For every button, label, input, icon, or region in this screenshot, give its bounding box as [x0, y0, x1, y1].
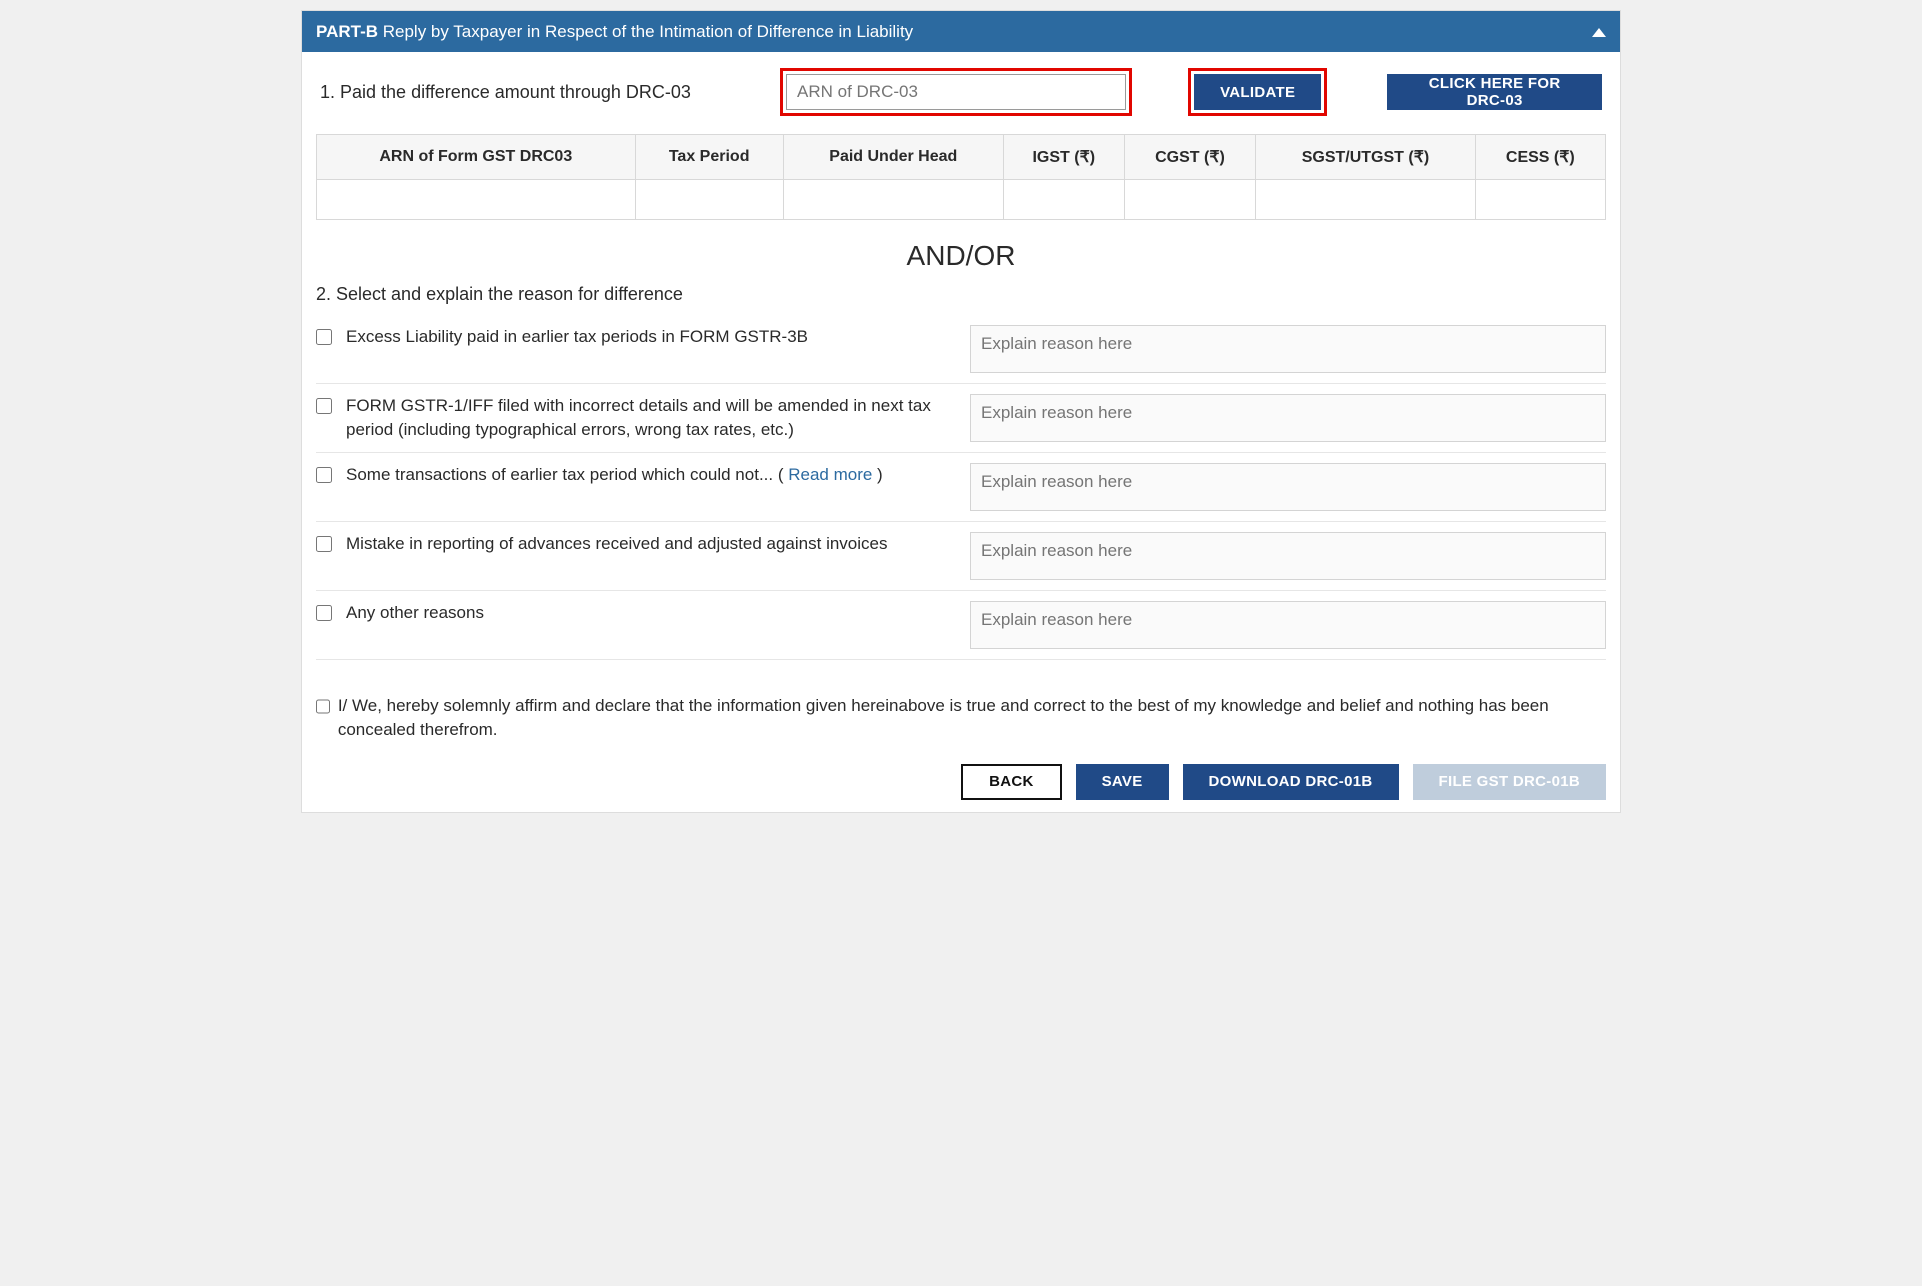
reason-explain-1[interactable] — [970, 325, 1606, 373]
col-sgst: SGST/UTGST (₹) — [1256, 135, 1475, 180]
save-button[interactable]: SAVE — [1076, 764, 1169, 800]
reason-label-3-post: ) — [872, 465, 882, 484]
table-row — [317, 180, 1606, 220]
panel-title: PART-B Reply by Taxpayer in Respect of t… — [316, 22, 913, 42]
panel-header[interactable]: PART-B Reply by Taxpayer in Respect of t… — [302, 11, 1620, 52]
col-tax-period: Tax Period — [635, 135, 783, 180]
reason-explain-2[interactable] — [970, 394, 1606, 442]
reason-explain-4[interactable] — [970, 532, 1606, 580]
col-igst: IGST (₹) — [1003, 135, 1124, 180]
footer-buttons: BACK SAVE DOWNLOAD DRC-01B FILE GST DRC-… — [316, 764, 1606, 800]
col-paid-under-head: Paid Under Head — [783, 135, 1003, 180]
reason-checkbox-1[interactable] — [316, 329, 332, 345]
arn-input-highlight — [780, 68, 1132, 116]
section1-row: 1. Paid the difference amount through DR… — [316, 68, 1606, 116]
col-arn: ARN of Form GST DRC03 — [317, 135, 636, 180]
reason-row-1: Excess Liability paid in earlier tax per… — [316, 315, 1606, 384]
file-button: FILE GST DRC-01B — [1413, 764, 1606, 800]
reason-explain-5[interactable] — [970, 601, 1606, 649]
reason-label-3: Some transactions of earlier tax period … — [346, 463, 956, 487]
declaration-row: I/ We, hereby solemnly affirm and declar… — [316, 694, 1606, 742]
reason-label-3-pre: Some transactions of earlier tax period … — [346, 465, 788, 484]
reason-label-1: Excess Liability paid in earlier tax per… — [346, 325, 956, 349]
reason-row-4: Mistake in reporting of advances receive… — [316, 522, 1606, 591]
arn-input[interactable] — [786, 74, 1126, 110]
reason-explain-3[interactable] — [970, 463, 1606, 511]
reason-checkbox-3[interactable] — [316, 467, 332, 483]
section2-title: 2. Select and explain the reason for dif… — [316, 284, 1606, 305]
reason-label-2: FORM GSTR-1/IFF filed with incorrect det… — [346, 394, 956, 442]
col-cess: CESS (₹) — [1475, 135, 1605, 180]
drc03-table: ARN of Form GST DRC03 Tax Period Paid Un… — [316, 134, 1606, 220]
panel-title-rest: Reply by Taxpayer in Respect of the Inti… — [383, 22, 913, 41]
reason-checkbox-2[interactable] — [316, 398, 332, 414]
validate-highlight: VALIDATE — [1188, 68, 1327, 116]
reason-checkbox-4[interactable] — [316, 536, 332, 552]
chevron-up-icon[interactable] — [1592, 21, 1606, 42]
validate-button[interactable]: VALIDATE — [1194, 74, 1321, 110]
and-or-divider: AND/OR — [316, 240, 1606, 272]
back-button[interactable]: BACK — [961, 764, 1062, 800]
reason-checkbox-5[interactable] — [316, 605, 332, 621]
click-drc03-button[interactable]: CLICK HERE FOR DRC-03 — [1387, 74, 1602, 110]
form-panel: PART-B Reply by Taxpayer in Respect of t… — [301, 10, 1621, 813]
reason-row-3: Some transactions of earlier tax period … — [316, 453, 1606, 522]
reason-label-5: Any other reasons — [346, 601, 956, 625]
declaration-checkbox[interactable] — [316, 699, 330, 714]
col-cgst: CGST (₹) — [1124, 135, 1256, 180]
panel-title-part: PART-B — [316, 22, 378, 41]
reason-label-4: Mistake in reporting of advances receive… — [346, 532, 956, 556]
reason-row-2: FORM GSTR-1/IFF filed with incorrect det… — [316, 384, 1606, 453]
download-button[interactable]: DOWNLOAD DRC-01B — [1183, 764, 1399, 800]
read-more-link[interactable]: Read more — [788, 465, 872, 484]
reason-row-5: Any other reasons — [316, 591, 1606, 660]
section1-label: 1. Paid the difference amount through DR… — [320, 82, 760, 103]
declaration-text: I/ We, hereby solemnly affirm and declar… — [338, 694, 1606, 742]
